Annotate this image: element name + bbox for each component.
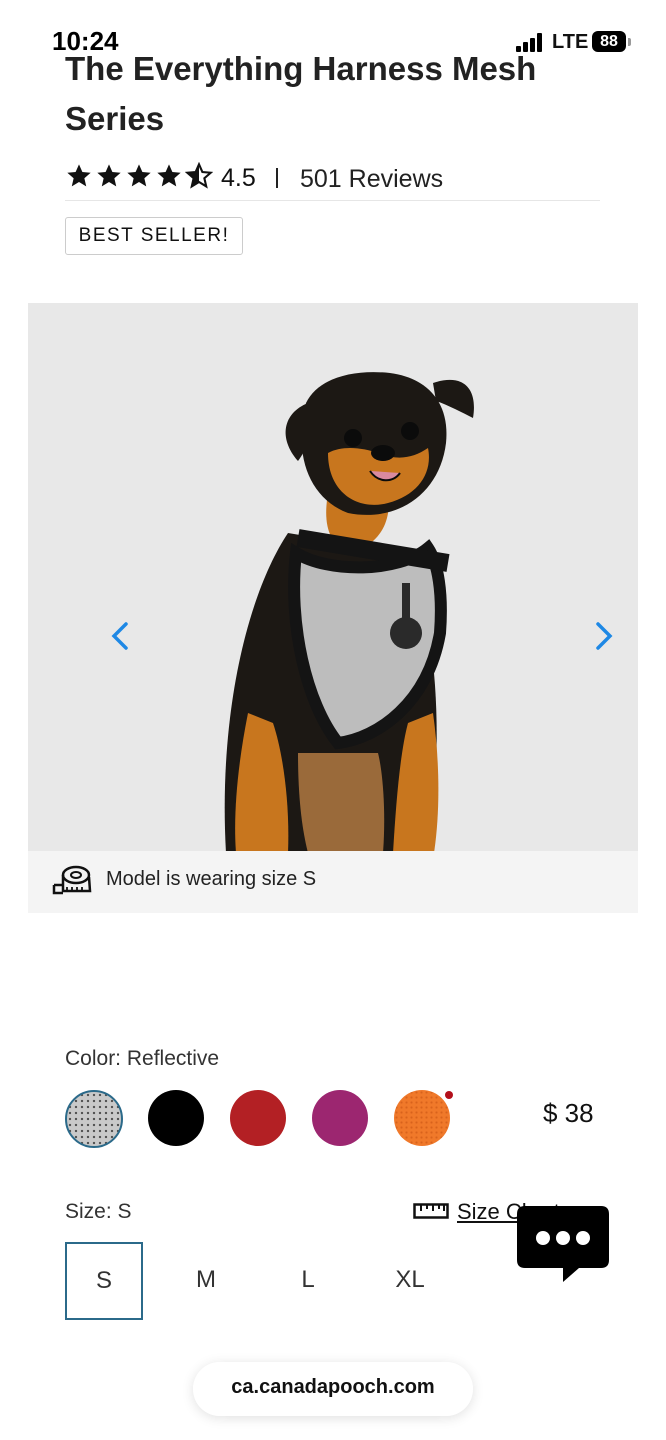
color-label: Color: Reflective bbox=[65, 1047, 220, 1070]
star-icon bbox=[67, 164, 91, 187]
star-icon bbox=[157, 164, 181, 187]
color-swatch-orange[interactable] bbox=[394, 1090, 450, 1146]
best-seller-badge: BEST SELLER! bbox=[65, 217, 243, 255]
battery-icon: 88 bbox=[592, 31, 626, 52]
size-option-m[interactable]: M bbox=[168, 1242, 244, 1318]
color-swatch-reflective[interactable] bbox=[65, 1090, 123, 1148]
signal-icon bbox=[516, 32, 546, 52]
model-size-caption: Model is wearing size S bbox=[28, 851, 638, 913]
status-bar: 10:24 LTE 88 bbox=[0, 0, 666, 60]
half-star-icon bbox=[185, 162, 213, 189]
product-price: $ 38 bbox=[543, 1098, 594, 1128]
size-option-s[interactable]: S bbox=[65, 1242, 143, 1320]
star-icon bbox=[127, 164, 151, 187]
new-color-dot bbox=[445, 1091, 453, 1099]
size-label: Size: S bbox=[65, 1200, 132, 1223]
rating-value: 4.5 bbox=[221, 164, 256, 192]
color-swatch-plum[interactable] bbox=[312, 1090, 368, 1146]
chevron-left-icon[interactable] bbox=[106, 616, 136, 656]
star-icon bbox=[97, 164, 121, 187]
color-swatch-red[interactable] bbox=[230, 1090, 286, 1146]
carrier-label: LTE bbox=[552, 31, 589, 53]
color-swatch-black[interactable] bbox=[148, 1090, 204, 1146]
chevron-right-icon[interactable] bbox=[588, 616, 618, 656]
caption-text: Model is wearing size S bbox=[106, 868, 317, 890]
size-option-l[interactable]: L bbox=[270, 1242, 346, 1318]
rating-row: 4.5 501 Reviews bbox=[65, 160, 600, 201]
size-option-xl[interactable]: XL bbox=[372, 1242, 448, 1318]
rating-divider bbox=[276, 168, 278, 188]
browser-url-bar[interactable]: ca.canadapooch.com bbox=[193, 1362, 473, 1416]
tape-measure-icon bbox=[52, 865, 92, 895]
product-image-gallery[interactable] bbox=[28, 303, 638, 851]
url-text[interactable]: ca.canadapooch.com bbox=[193, 1376, 473, 1399]
product-image-dog-harness bbox=[224, 372, 474, 851]
status-time: 10:24 bbox=[52, 26, 119, 56]
reviews-link[interactable]: 501 Reviews bbox=[300, 165, 443, 194]
chat-bubble-icon[interactable] bbox=[517, 1206, 609, 1290]
ruler-icon bbox=[413, 1203, 449, 1219]
battery-tip bbox=[628, 38, 631, 46]
